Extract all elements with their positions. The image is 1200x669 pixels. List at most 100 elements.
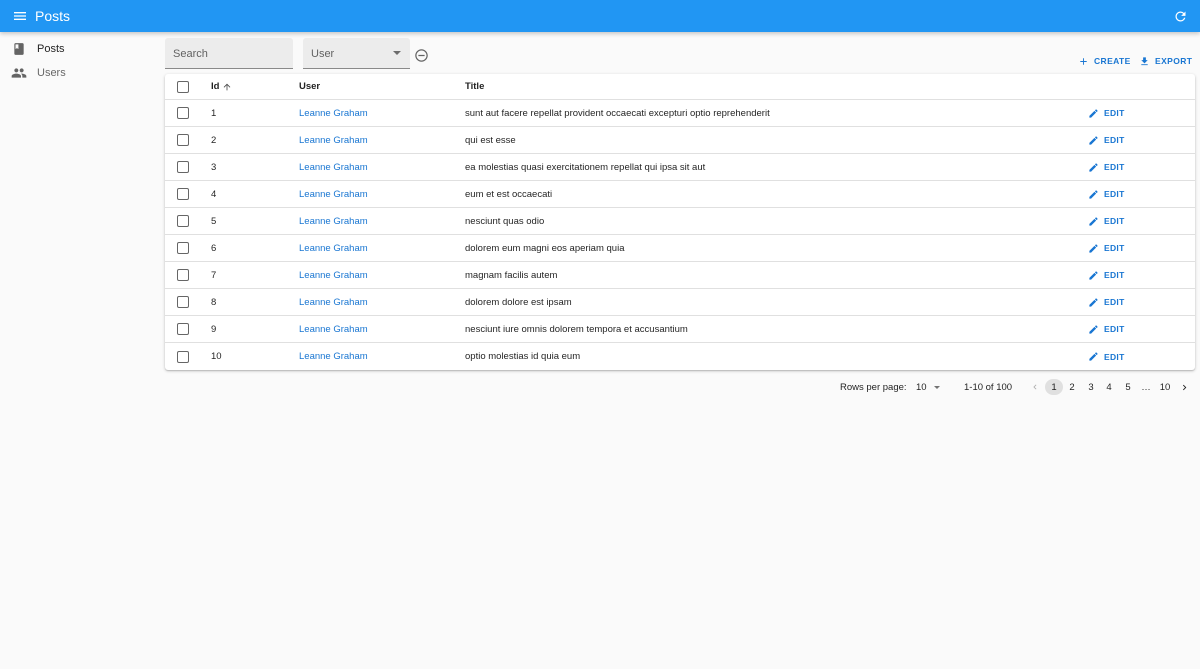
sidebar-item-label: Posts xyxy=(37,43,65,55)
table-row[interactable]: 3 Leanne Graham ea molestias quasi exercit… xyxy=(165,154,1195,181)
arrow-up-icon xyxy=(222,82,232,92)
edit-button[interactable]: EDIT xyxy=(1087,269,1125,281)
table-row[interactable]: 10 Leanne Graham optio molestias id quia e… xyxy=(165,343,1195,370)
user-filter-label: User xyxy=(311,48,335,60)
row-checkbox[interactable] xyxy=(177,350,189,363)
row-checkbox[interactable] xyxy=(177,323,189,335)
download-icon xyxy=(1138,55,1150,67)
pencil-icon xyxy=(1087,269,1099,281)
page-ellipsis: … xyxy=(1141,381,1151,393)
table-header-row: Id User Title xyxy=(165,74,1195,100)
table-row[interactable]: 9 Leanne Graham nesciunt iure omnis dolore… xyxy=(165,316,1195,343)
table-row[interactable]: 4 Leanne Graham eum et est occaecati EDIT xyxy=(165,181,1195,208)
user-link[interactable]: Leanne Graham xyxy=(299,162,368,173)
page-button[interactable]: 3 xyxy=(1082,379,1100,395)
edit-label: EDIT xyxy=(1104,297,1125,307)
cell-id: 7 xyxy=(211,269,217,281)
column-header-user[interactable]: User xyxy=(299,74,320,99)
table-row[interactable]: 1 Leanne Graham sunt aut facere repellat p… xyxy=(165,100,1195,127)
edit-button[interactable]: EDIT xyxy=(1087,351,1125,363)
pencil-icon xyxy=(1087,215,1099,227)
row-checkbox[interactable] xyxy=(177,215,189,227)
search-input[interactable]: Search xyxy=(165,38,293,69)
rows-per-page-label: Rows per page: xyxy=(840,381,907,393)
export-button[interactable]: EXPORT xyxy=(1138,54,1192,68)
user-link[interactable]: Leanne Graham xyxy=(299,270,368,281)
table-row[interactable]: 7 Leanne Graham magnam facilis autem EDIT xyxy=(165,262,1195,289)
edit-label: EDIT xyxy=(1104,324,1125,334)
cell-id: 8 xyxy=(211,296,217,308)
pencil-icon xyxy=(1087,242,1099,254)
chevron-right-icon[interactable] xyxy=(1178,379,1190,395)
refresh-icon[interactable] xyxy=(1168,4,1192,28)
table-row[interactable]: 2 Leanne Graham qui est esse EDIT xyxy=(165,127,1195,154)
sidebar-item-posts[interactable]: Posts xyxy=(0,37,160,61)
edit-button[interactable]: EDIT xyxy=(1087,242,1125,254)
table-row[interactable]: 5 Leanne Graham nesciunt quas odio EDIT xyxy=(165,208,1195,235)
cell-title: nesciunt iure omnis dolorem tempora et a… xyxy=(465,323,688,335)
create-label: CREATE xyxy=(1094,56,1131,66)
column-header-id[interactable]: Id xyxy=(211,74,232,99)
edit-button[interactable]: EDIT xyxy=(1087,323,1125,335)
user-link[interactable]: Leanne Graham xyxy=(299,297,368,308)
page-button[interactable]: 2 xyxy=(1063,379,1081,395)
remove-circle-icon[interactable] xyxy=(413,47,429,63)
row-checkbox[interactable] xyxy=(177,161,189,173)
edit-button[interactable]: EDIT xyxy=(1087,107,1125,119)
rows-per-page-select[interactable]: 10 xyxy=(916,379,940,395)
user-link[interactable]: Leanne Graham xyxy=(299,216,368,227)
row-checkbox[interactable] xyxy=(177,269,189,281)
user-link[interactable]: Leanne Graham xyxy=(299,324,368,335)
user-link[interactable]: Leanne Graham xyxy=(299,243,368,254)
edit-button[interactable]: EDIT xyxy=(1087,296,1125,308)
edit-button[interactable]: EDIT xyxy=(1087,161,1125,173)
page-button[interactable]: 1 xyxy=(1045,379,1063,395)
add-icon xyxy=(1077,55,1089,67)
user-link[interactable]: Leanne Graham xyxy=(299,135,368,146)
row-checkbox[interactable] xyxy=(177,107,189,119)
cell-id: 9 xyxy=(211,323,217,335)
chevron-down-icon xyxy=(393,51,401,55)
sidebar-item-users[interactable]: Users xyxy=(0,61,160,85)
cell-title: sunt aut facere repellat provident occae… xyxy=(465,107,770,119)
create-button[interactable]: CREATE xyxy=(1077,54,1131,68)
edit-button[interactable]: EDIT xyxy=(1087,215,1125,227)
cell-title: ea molestias quasi exercitationem repell… xyxy=(465,161,706,173)
table-row[interactable]: 8 Leanne Graham dolorem dolore est ipsam ED… xyxy=(165,289,1195,316)
edit-label: EDIT xyxy=(1104,108,1125,118)
edit-label: EDIT xyxy=(1104,216,1125,226)
search-placeholder: Search xyxy=(173,48,208,60)
user-link[interactable]: Leanne Graham xyxy=(299,189,368,200)
row-checkbox[interactable] xyxy=(177,188,189,200)
edit-label: EDIT xyxy=(1104,189,1125,199)
select-all-checkbox[interactable] xyxy=(177,80,189,93)
people-icon xyxy=(11,65,27,81)
pencil-icon xyxy=(1087,134,1099,146)
rows-per-page-value: 10 xyxy=(916,381,927,393)
menu-icon[interactable] xyxy=(8,4,32,28)
cell-id: 5 xyxy=(211,215,217,227)
row-checkbox[interactable] xyxy=(177,242,189,254)
table-row[interactable]: 6 Leanne Graham dolorem eum magni eos aper… xyxy=(165,235,1195,262)
edit-button[interactable]: EDIT xyxy=(1087,188,1125,200)
page-button[interactable]: 4 xyxy=(1100,379,1118,395)
cell-id: 10 xyxy=(211,351,222,362)
row-checkbox[interactable] xyxy=(177,296,189,308)
pencil-icon xyxy=(1087,188,1099,200)
edit-button[interactable]: EDIT xyxy=(1087,134,1125,146)
row-checkbox[interactable] xyxy=(177,134,189,146)
page-button[interactable]: 5 xyxy=(1119,379,1137,395)
column-header-title[interactable]: Title xyxy=(465,74,484,99)
sidebar: Posts Users xyxy=(0,37,160,85)
page-button[interactable]: 10 xyxy=(1156,379,1174,395)
app-bar: Posts xyxy=(0,0,1200,32)
cell-title: magnam facilis autem xyxy=(465,269,558,281)
user-link[interactable]: Leanne Graham xyxy=(299,108,368,119)
pencil-icon xyxy=(1087,296,1099,308)
cell-id: 3 xyxy=(211,161,217,173)
cell-id: 2 xyxy=(211,134,217,146)
page-title: Posts xyxy=(35,8,71,24)
user-filter-select[interactable]: User xyxy=(303,38,410,69)
user-link[interactable]: Leanne Graham xyxy=(299,351,368,362)
cell-title: dolorem eum magni eos aperiam quia xyxy=(465,242,625,254)
